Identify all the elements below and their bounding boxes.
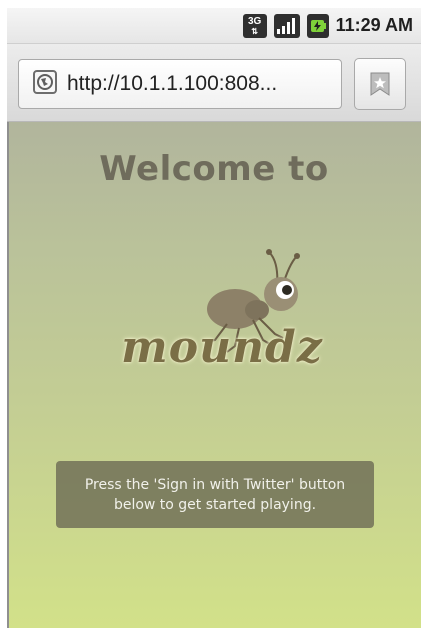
browser-toolbar: http://10.1.1.100:808... — [7, 44, 421, 122]
3g-data-icon: 3G ⇅ — [242, 13, 267, 38]
welcome-heading: Welcome to — [99, 149, 329, 189]
moundz-logo: moundz — [107, 242, 337, 392]
battery-charging-icon — [306, 13, 329, 38]
url-text: http://10.1.1.100:808... — [67, 72, 278, 95]
signal-strength-icon — [273, 13, 300, 38]
bookmark-button[interactable] — [354, 58, 406, 110]
status-bar: 3G ⇅ 11:29 AM — [7, 8, 421, 44]
url-field[interactable]: http://10.1.1.100:808... — [18, 59, 342, 109]
status-clock: 11:29 AM — [335, 15, 413, 35]
screen-edge-divider — [7, 122, 9, 628]
phone-screen: 3G ⇅ 11:29 AM http://10.1.1.100:808... W… — [7, 8, 421, 628]
network-type-label: 3G — [247, 15, 262, 27]
page-content: Welcome to moundz Press the 'Sign in wit… — [7, 122, 421, 628]
site-globe-icon — [33, 70, 57, 98]
logo-wordmark: moundz — [121, 322, 323, 373]
info-message: Press the 'Sign in with Twitter' button … — [84, 476, 346, 513]
sign-in-instructions: Press the 'Sign in with Twitter' button … — [56, 461, 374, 528]
